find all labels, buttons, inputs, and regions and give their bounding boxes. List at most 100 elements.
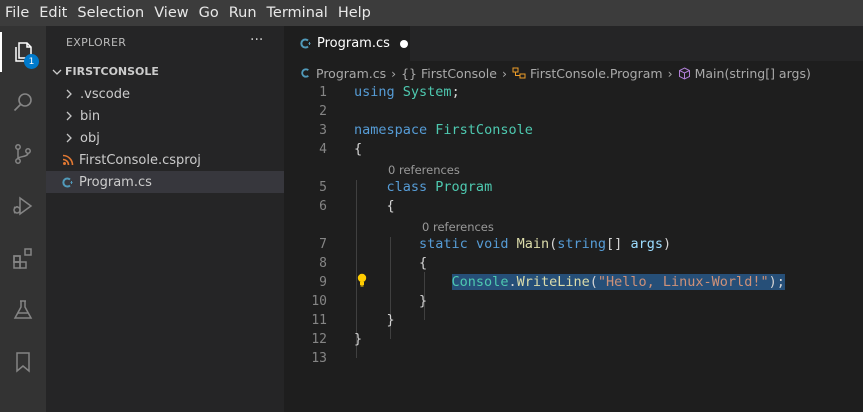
code-token: args [630,236,663,252]
line-number: 11 [311,313,327,328]
breadcrumb-class[interactable]: FirstConsole.Program [530,66,663,81]
code-token: ( [589,274,598,290]
line-number: 2 [319,104,327,119]
menu-run[interactable]: Run [224,5,262,21]
source-control-icon [15,144,31,164]
tree-file-program-cs[interactable]: Program.cs [46,171,284,193]
line-number: 12 [311,332,327,347]
tree-item-label: Program.cs [79,174,152,190]
breadcrumb: Program.cs › {} FirstConsole › FirstCons… [300,64,811,82]
code-line-12[interactable]: } [354,331,362,347]
source-control-button[interactable] [0,134,46,174]
line-number: 8 [319,256,327,271]
explorer-sidebar: EXPLORER ··· FIRSTCONSOLE .vscode bin ob… [46,26,284,412]
run-debug-button[interactable] [0,186,46,226]
code-token: class [386,179,428,195]
code-token: [] [606,236,631,252]
code-line-1[interactable]: using System; [354,84,460,100]
breadcrumb-file[interactable]: Program.cs [316,66,386,81]
tree-folder-vscode[interactable]: .vscode [46,83,284,105]
namespace-icon: {} [401,65,418,81]
chevron-right-icon: › [391,65,397,81]
line-number: 13 [311,351,327,366]
codelens-class-references[interactable]: 0 references [388,163,460,177]
line-number: 5 [319,180,327,195]
testing-button[interactable] [0,290,46,330]
code-token: ; [451,84,460,100]
menu-view[interactable]: View [149,5,193,21]
line-number: 6 [319,199,327,214]
bookmark-icon [16,352,30,373]
menu-go[interactable]: Go [194,5,224,21]
line-number: 9 [319,275,327,290]
tab-program-cs[interactable]: Program.cs [284,26,410,61]
code-line-3[interactable]: namespace FirstConsole [354,122,533,138]
line-number: 1 [319,85,327,100]
code-line-10[interactable]: } [354,293,427,309]
menu-help[interactable]: Help [333,5,376,21]
csharp-icon [301,68,309,78]
chevron-right-icon: › [501,65,507,81]
code-line-7[interactable]: static void Main(string[] args) [354,236,671,252]
unsaved-dot-icon[interactable] [399,39,408,48]
menu-terminal[interactable]: Terminal [262,5,333,21]
workspace-name: FIRSTCONSOLE [65,65,159,78]
code-token: using [354,84,395,100]
tree-file-csproj[interactable]: FirstConsole.csproj [46,149,284,171]
csharp-icon [300,38,311,49]
code-token: Program [435,179,493,195]
workspace-section[interactable]: FIRSTCONSOLE [52,65,159,78]
run-debug-icon [13,196,33,216]
code-token: FirstConsole [435,122,533,138]
line-number: 7 [319,237,327,252]
code-token: } [386,312,395,328]
code-token: static [419,236,468,252]
code-token: Main [516,236,550,252]
code-line-5[interactable]: class Program [354,179,493,195]
breadcrumb-method[interactable]: Main(string[] args) [695,66,811,81]
code-line-6[interactable]: { [354,198,395,214]
code-line-11[interactable]: } [354,312,395,328]
menu-edit[interactable]: Edit [34,5,72,21]
explorer-button[interactable]: 1 [0,32,46,72]
rss-icon [62,154,74,166]
testing-icon [13,300,33,319]
method-icon [678,66,690,80]
menu-file[interactable]: File [0,5,34,21]
class-icon [512,67,526,79]
code-token: ); [768,274,785,290]
extensions-button[interactable] [0,238,46,278]
explorer-title: EXPLORER [66,36,127,49]
tree-folder-bin[interactable]: bin [46,105,284,127]
code-token: { [419,255,428,271]
code-token: void [475,236,509,252]
tree-item-label: obj [80,130,100,146]
search-button[interactable] [0,82,46,122]
tab-bar: Program.cs [284,26,863,61]
code-token: { [386,198,395,214]
tree-item-label: FirstConsole.csproj [79,152,201,168]
activity-bar: 1 [0,26,46,412]
tree-folder-obj[interactable]: obj [46,127,284,149]
code-token: ) [662,236,672,252]
tree-item-label: .vscode [80,86,130,102]
code-line-4[interactable]: { [354,141,362,157]
menu-selection[interactable]: Selection [72,5,149,21]
line-number: 4 [319,142,327,157]
bookmarks-button[interactable] [0,342,46,382]
selected-code[interactable]: Console.WriteLine("Hello, Linux-World!")… [451,274,785,290]
line-number: 3 [319,123,327,138]
search-icon [13,93,32,112]
line-number: 10 [311,294,327,309]
code-token: WriteLine [516,274,590,290]
chevron-down-icon [52,69,62,75]
code-line-9[interactable]: Console.WriteLine("Hello, Linux-World!")… [354,274,785,290]
code-token: . [508,274,517,290]
more-actions-button[interactable]: ··· [250,32,263,48]
tree-item-label: bin [80,108,101,124]
codelens-method-references[interactable]: 0 references [422,220,494,234]
code-line-8[interactable]: { [354,255,427,271]
code-token: namespace [354,122,428,138]
breadcrumb-namespace[interactable]: FirstConsole [421,66,497,81]
menu-bar: File Edit Selection View Go Run Terminal… [0,0,863,26]
